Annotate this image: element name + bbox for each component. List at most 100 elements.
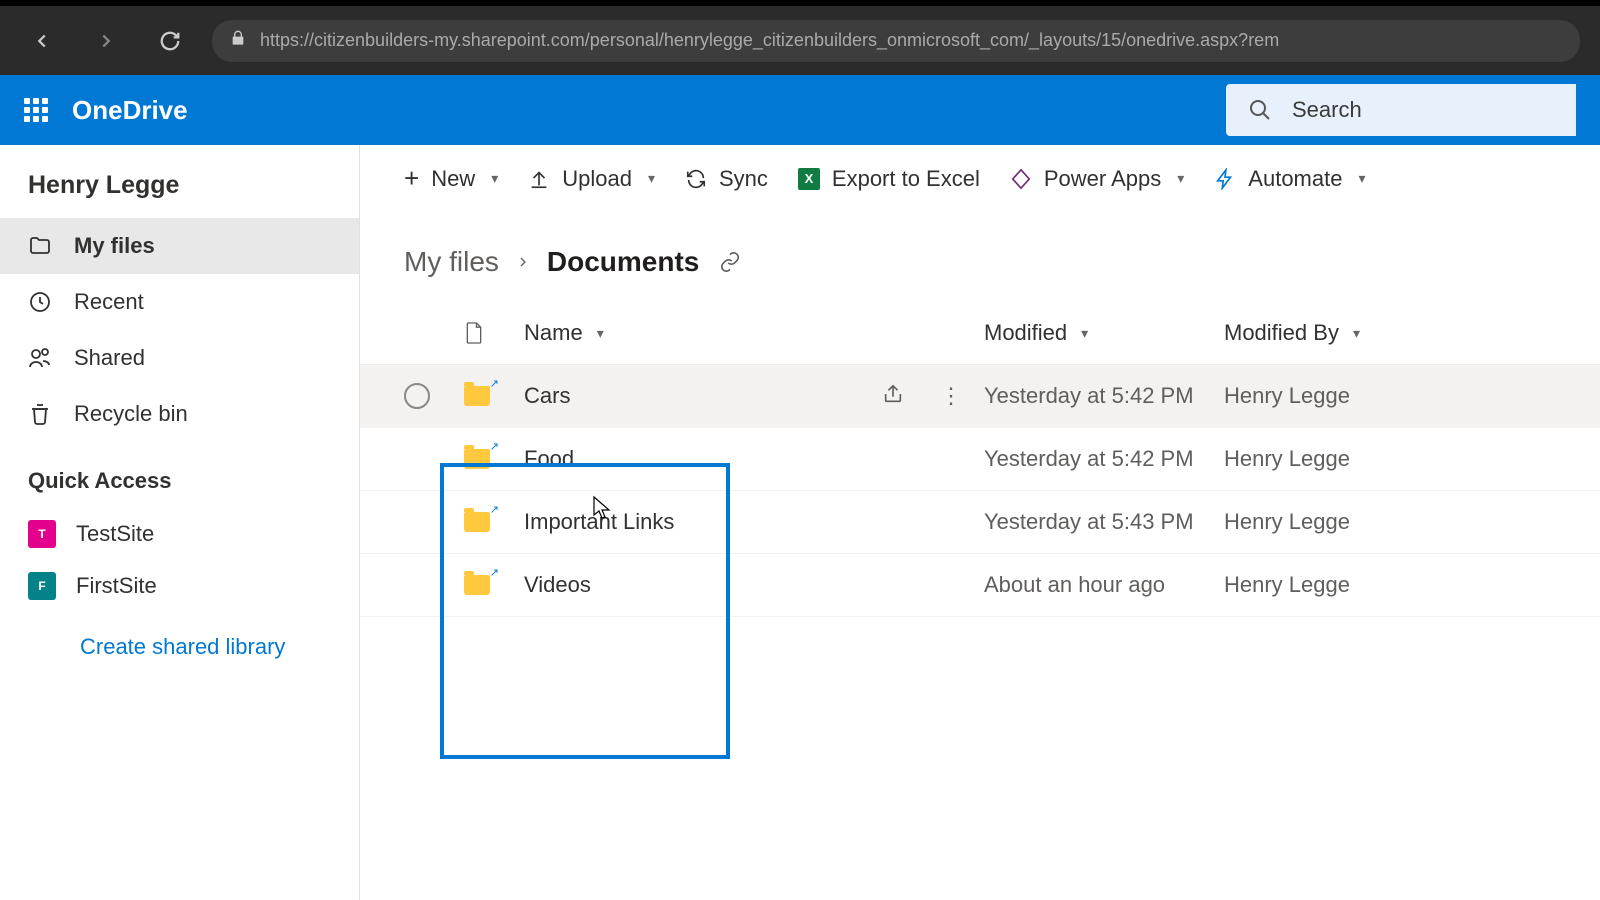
back-button[interactable] [20, 19, 64, 63]
column-modified[interactable]: Modified ▾ [984, 320, 1224, 346]
sidebar-site-label: TestSite [76, 521, 154, 547]
shared-badge-icon: ↗ [490, 503, 499, 516]
toolbar-label: Power Apps [1044, 166, 1161, 192]
app-title[interactable]: OneDrive [72, 95, 188, 126]
trash-icon [28, 402, 52, 426]
forward-button[interactable] [84, 19, 128, 63]
row-modified-by: Henry Legge [1224, 383, 1350, 409]
row-name: Videos [524, 572, 591, 598]
column-label: Name [524, 320, 583, 346]
clock-icon [28, 290, 52, 314]
folder-icon: ↗ [464, 575, 490, 595]
sidebar: Henry Legge My files Recent Shared Recyc… [0, 145, 360, 900]
file-type-column-icon [464, 321, 524, 345]
upload-icon [528, 168, 550, 190]
folder-icon: ↗ [464, 386, 490, 406]
chevron-down-icon: ▾ [1358, 170, 1365, 187]
site-tile-icon: T [28, 520, 56, 548]
table-row[interactable]: ↗ Videos About an hour ago Henry Legge [360, 554, 1600, 617]
column-label: Modified [984, 320, 1067, 346]
sidebar-item-label: Recent [74, 289, 144, 315]
url-bar[interactable]: https://citizenbuilders-my.sharepoint.co… [212, 20, 1580, 62]
sync-icon [685, 168, 707, 190]
toolbar-label: New [431, 166, 475, 192]
row-modified-by: Henry Legge [1224, 572, 1350, 598]
chevron-down-icon: ▾ [1177, 170, 1184, 187]
toolbar-label: Sync [719, 166, 768, 192]
row-modified: Yesterday at 5:42 PM [984, 383, 1194, 409]
powerapps-icon [1010, 168, 1032, 190]
browser-chrome: https://citizenbuilders-my.sharepoint.co… [0, 0, 1600, 75]
table-header: Name ▾ Modified ▾ Modified By ▾ [360, 304, 1600, 365]
chevron-down-icon: ▾ [491, 170, 498, 187]
column-name[interactable]: Name ▾ [524, 320, 984, 346]
shared-badge-icon: ↗ [490, 377, 499, 390]
row-select-radio[interactable] [404, 383, 430, 409]
table-row[interactable]: ↗ Food Yesterday at 5:42 PM Henry Legge [360, 428, 1600, 491]
sync-button[interactable]: Sync [685, 166, 768, 192]
breadcrumb-current: Documents [547, 246, 699, 278]
breadcrumb-root[interactable]: My files [404, 246, 499, 278]
main-content: + New ▾ Upload ▾ Sync X Export to Excel … [360, 145, 1600, 900]
people-icon [28, 346, 52, 370]
create-shared-library-link[interactable]: Create shared library [0, 612, 359, 660]
row-modified: Yesterday at 5:43 PM [984, 509, 1194, 535]
site-tile-icon: F [28, 572, 56, 600]
chevron-down-icon: ▾ [1353, 325, 1360, 342]
row-name: Food [524, 446, 574, 472]
sidebar-item-label: Shared [74, 345, 145, 371]
more-icon[interactable]: ⋮ [940, 383, 964, 409]
row-modified: Yesterday at 5:42 PM [984, 446, 1194, 472]
share-icon[interactable] [882, 383, 904, 405]
reload-button[interactable] [148, 19, 192, 63]
search-icon [1248, 98, 1272, 122]
table-row[interactable]: ↗ Important Links Yesterday at 5:43 PM H… [360, 491, 1600, 554]
app-header: OneDrive Search [0, 75, 1600, 145]
sidebar-site-firstsite[interactable]: F FirstSite [0, 560, 359, 612]
sidebar-item-label: Recycle bin [74, 401, 188, 427]
breadcrumb: My files Documents [360, 212, 1600, 304]
new-button[interactable]: + New ▾ [404, 163, 498, 194]
upload-button[interactable]: Upload ▾ [528, 166, 655, 192]
sidebar-item-label: My files [74, 233, 155, 259]
row-name: Cars [524, 383, 570, 409]
search-placeholder: Search [1292, 97, 1362, 123]
automate-icon [1214, 168, 1236, 190]
search-input[interactable]: Search [1226, 84, 1576, 136]
plus-icon: + [404, 163, 419, 194]
automate-button[interactable]: Automate ▾ [1214, 166, 1365, 192]
files-icon [28, 234, 52, 258]
toolbar-label: Export to Excel [832, 166, 980, 192]
chevron-down-icon: ▾ [597, 325, 604, 342]
folder-icon: ↗ [464, 512, 490, 532]
table-row[interactable]: ↗ Cars ⋮ Yesterday at 5:42 PM Henry Legg… [360, 365, 1600, 428]
link-icon[interactable] [719, 251, 741, 273]
sidebar-item-my-files[interactable]: My files [0, 218, 359, 274]
toolbar: + New ▾ Upload ▾ Sync X Export to Excel … [360, 145, 1600, 212]
waffle-icon[interactable] [24, 98, 48, 122]
sidebar-item-recent[interactable]: Recent [0, 274, 359, 330]
row-modified-by: Henry Legge [1224, 509, 1350, 535]
column-label: Modified By [1224, 320, 1339, 346]
row-modified: About an hour ago [984, 572, 1165, 598]
sidebar-site-label: FirstSite [76, 573, 157, 599]
sidebar-item-shared[interactable]: Shared [0, 330, 359, 386]
chevron-down-icon: ▾ [648, 170, 655, 187]
quick-access-heading: Quick Access [0, 442, 359, 508]
export-to-excel-button[interactable]: X Export to Excel [798, 166, 980, 192]
power-apps-button[interactable]: Power Apps ▾ [1010, 166, 1184, 192]
column-modified-by[interactable]: Modified By ▾ [1224, 320, 1424, 346]
sidebar-site-testsite[interactable]: T TestSite [0, 508, 359, 560]
lock-icon [230, 30, 246, 51]
sidebar-user: Henry Legge [0, 167, 359, 218]
toolbar-label: Automate [1248, 166, 1342, 192]
chevron-right-icon [515, 254, 531, 270]
row-name: Important Links [524, 509, 674, 535]
folder-icon: ↗ [464, 449, 490, 469]
excel-icon: X [798, 168, 820, 190]
shared-badge-icon: ↗ [490, 440, 499, 453]
row-modified-by: Henry Legge [1224, 446, 1350, 472]
sidebar-item-recycle-bin[interactable]: Recycle bin [0, 386, 359, 442]
url-text: https://citizenbuilders-my.sharepoint.co… [260, 30, 1279, 51]
toolbar-label: Upload [562, 166, 632, 192]
